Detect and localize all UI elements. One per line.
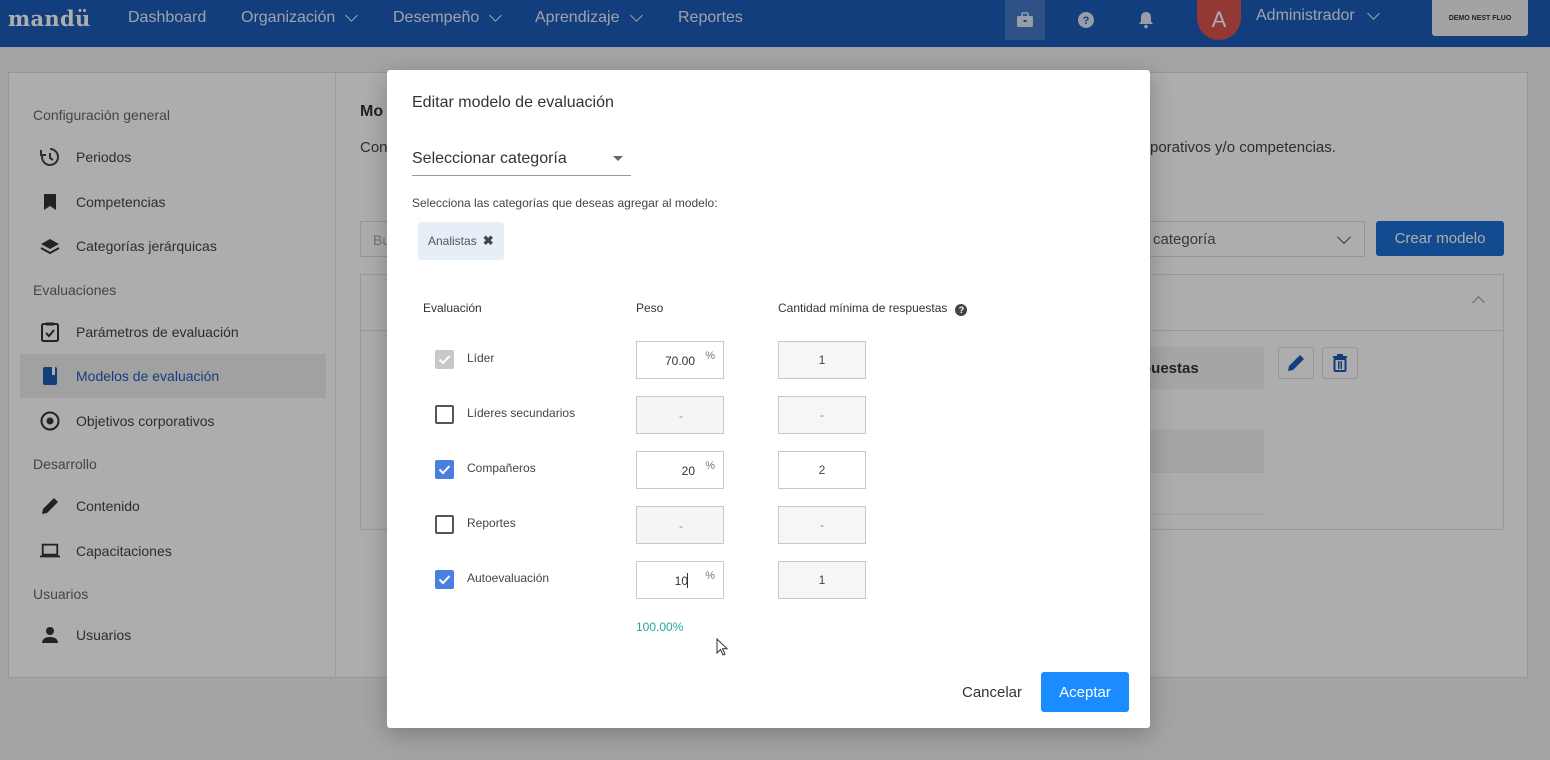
check-icon [438,575,451,585]
evaluation-row-autoevaluacion: Autoevaluación 10% 1 [387,561,1150,599]
checkbox-lider [435,350,454,369]
weight-input[interactable]: 10% [636,561,724,599]
column-header-min-responses: Cantidad mínima de respuestas? [778,301,968,316]
text-caret [687,573,688,588]
edit-model-dialog: Editar modelo de evaluación Seleccionar … [387,70,1150,728]
evaluation-row-companeros: Compañeros 20% 2 [387,451,1150,489]
checkbox-lideres-secundarios[interactable] [435,405,454,424]
min-responses-input[interactable]: 2 [778,451,866,489]
mouse-pointer-icon [716,638,728,656]
weight-input: - [636,396,724,434]
dialog-title: Editar modelo de evaluación [412,94,614,111]
category-chip: Analistas ✖ [418,222,504,260]
chip-label: Analistas [428,234,477,248]
check-icon [438,465,451,475]
cancel-button[interactable]: Cancelar [956,672,1028,712]
weight-input[interactable]: 70.00% [636,341,724,379]
weight-value: - [679,409,683,423]
percent-sign: % [705,460,715,472]
evaluation-row-lideres-secundarios: Líderes secundarios - - [387,396,1150,434]
column-header-evaluation: Evaluación [423,301,482,315]
evaluation-row-lider: Líder 70.00% 1 [387,341,1150,379]
min-responses-input: - [778,506,866,544]
weight-value: 70.00 [664,354,695,368]
question-circle-icon[interactable]: ? [955,304,968,316]
weight-input[interactable]: 20% [636,451,724,489]
evaluation-label: Autoevaluación [467,571,550,585]
checkbox-autoevaluacion[interactable] [435,570,454,589]
column-header-weight: Peso [636,301,664,315]
evaluation-label: Compañeros [467,461,536,475]
checkbox-reportes[interactable] [435,515,454,534]
accept-button[interactable]: Aceptar [1041,672,1129,712]
check-icon [438,355,451,365]
percent-sign: % [705,570,715,582]
weight-total: 100.00% [636,620,684,634]
weight-value: - [679,519,683,533]
min-responses-input: - [778,396,866,434]
category-select[interactable]: Seleccionar categoría [412,150,631,176]
checkbox-companeros[interactable] [435,460,454,479]
weight-value: 20 [681,464,695,478]
column-header-min-responses-label: Cantidad mínima de respuestas [778,301,948,315]
evaluation-label: Reportes [467,516,516,530]
weight-value: 10 [674,574,688,588]
category-select-value: Seleccionar categoría [412,150,567,167]
caret-down-icon [613,156,623,161]
percent-sign: % [705,350,715,362]
evaluation-label: Líderes secundarios [467,406,576,420]
min-responses-input[interactable]: 1 [778,561,866,599]
evaluation-row-reportes: Reportes - - [387,506,1150,544]
weight-input: - [636,506,724,544]
min-responses-input[interactable]: 1 [778,341,866,379]
evaluation-label: Líder [467,351,495,365]
close-icon[interactable]: ✖ [483,233,494,249]
category-hint: Selecciona las categorías que deseas agr… [412,196,718,210]
